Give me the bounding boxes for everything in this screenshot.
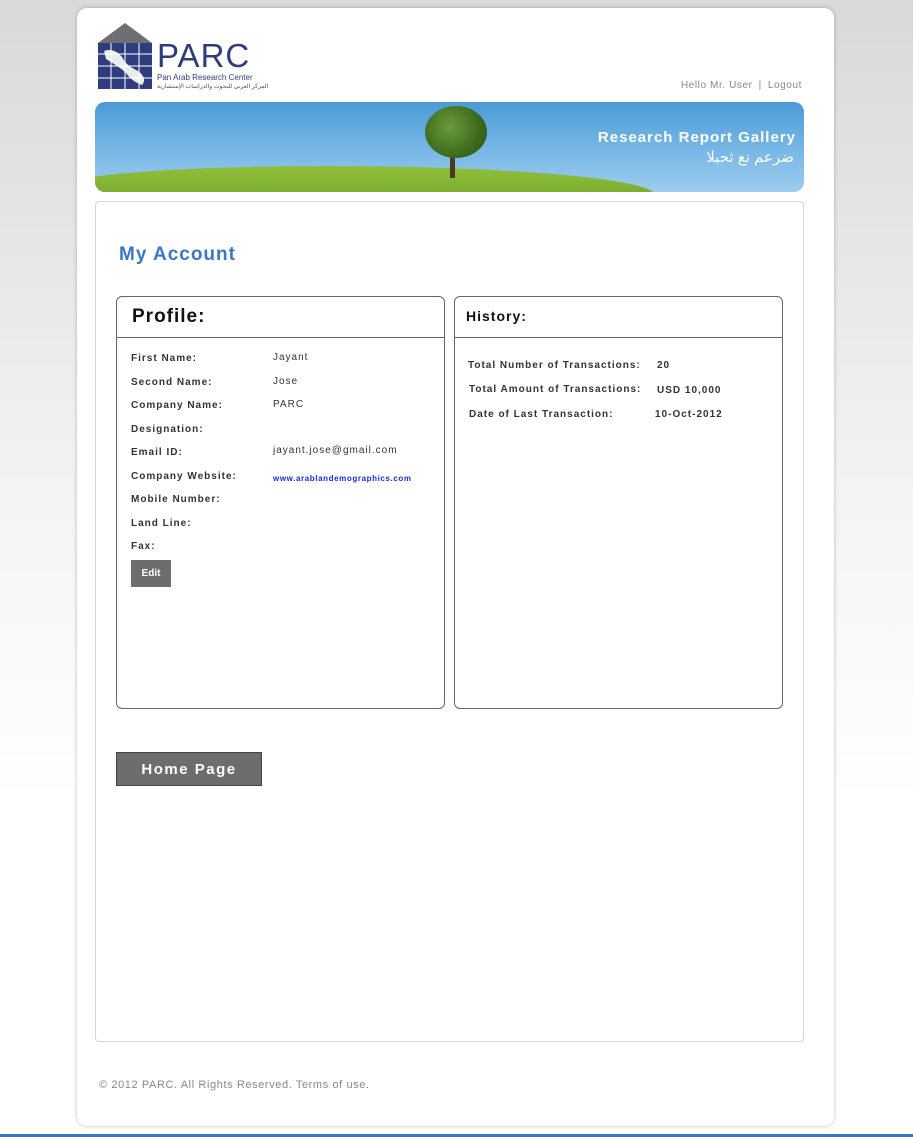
field-value-email: jayant.jose@gmail.com [273,445,398,456]
user-bar-separator: | [758,80,762,91]
edit-profile-button[interactable]: Edit [131,560,171,587]
company-website-link[interactable]: www.arablandemographics.com [273,474,412,483]
history-value-transaction-count: 20 [657,360,671,371]
page-title: My Account [119,244,236,265]
field-label-fax: Fax: [131,541,156,552]
field-value-second-name: Jose [273,376,299,387]
history-label-transaction-count: Total Number of Transactions: [468,360,641,371]
banner-hill [95,166,655,192]
field-label-land-line: Land Line: [131,518,192,529]
field-value-company-name: PARC [273,399,305,410]
field-label-designation: Designation: [131,424,204,435]
main-content: My Account Profile: First Name: Jayant S… [95,201,804,1042]
user-bar: Hello Mr. User | Logout [681,80,802,91]
greeting-text: Hello Mr. User [680,80,753,91]
parc-map-logo-icon [98,23,152,89]
field-label-company-name: Company Name: [131,400,223,411]
field-label-second-name: Second Name: [131,377,213,388]
history-panel: History: Total Number of Transactions: 2… [454,296,783,709]
parc-logo[interactable]: PARC Pan Arab Research Center المركز الع… [96,21,268,93]
history-panel-header: History: [455,297,782,338]
page-container: PARC Pan Arab Research Center المركز الع… [77,8,834,1126]
footer-copyright: © 2012 PARC. All Rights Reserved. Terms … [99,1079,370,1091]
logo-arabic-subtitle: المركز العربي للبحوث والدراسات الإستشاري… [157,84,269,90]
history-label-last-transaction-date: Date of Last Transaction: [469,409,614,420]
history-heading: History: [466,308,527,324]
header-banner: Research Report Gallery ضرعم نع ثحبلا [95,102,804,192]
history-value-transaction-amount: USD 10,000 [657,385,722,396]
profile-panel-header: Profile: [117,297,444,338]
field-label-mobile-number: Mobile Number: [131,494,221,505]
field-label-company-website: Company Website: [131,471,237,482]
banner-arabic-title: ضرعم نع ثحبلا [706,149,794,166]
history-value-last-transaction-date: 10-Oct-2012 [655,409,723,420]
profile-panel: Profile: First Name: Jayant Second Name:… [116,296,445,709]
home-page-button[interactable]: Home Page [116,752,262,786]
field-value-first-name: Jayant [273,352,309,363]
logo-title: PARC [157,37,251,74]
history-label-transaction-amount: Total Amount of Transactions: [469,384,642,395]
banner-title: Research Report Gallery [597,129,796,146]
logout-link[interactable]: Logout [768,80,802,91]
field-label-first-name: First Name: [131,353,198,364]
logo-subtitle: Pan Arab Research Center [157,73,253,82]
banner-tree-crown [425,106,487,158]
profile-heading: Profile: [132,306,206,327]
field-label-email: Email ID: [131,447,183,458]
